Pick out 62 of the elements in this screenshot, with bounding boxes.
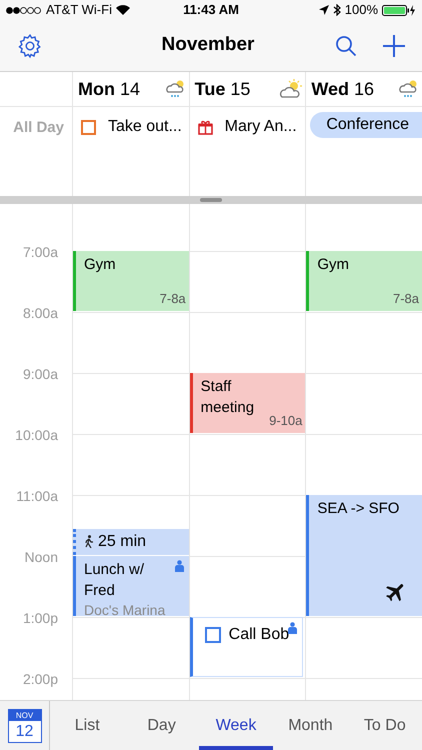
day-header[interactable]: Mon 14: [78, 76, 140, 102]
status-time: 11:43 AM: [183, 1, 239, 20]
event-time: 7-8a: [160, 290, 186, 308]
settings-icon: [17, 32, 43, 58]
today-month: NOV: [8, 710, 40, 720]
signal-icon: [6, 6, 42, 14]
event-block[interactable]: Gym 7-8a: [306, 251, 422, 311]
travel-time: 25 min: [98, 532, 146, 552]
event-title: Staff meeting: [200, 377, 256, 418]
today-day: 12: [8, 720, 40, 742]
event-time: 9-10a: [269, 412, 302, 430]
all-day-event[interactable]: Mary An...: [224, 115, 297, 139]
today-button[interactable]: NOV 12: [8, 708, 42, 742]
carrier: AT&T Wi-Fi: [46, 1, 112, 20]
add-button[interactable]: [382, 34, 406, 58]
plus-icon: [383, 34, 405, 56]
task-title: Call Bob: [228, 625, 290, 645]
battery-charging-icon: [382, 4, 416, 16]
all-day-event[interactable]: Conference: [310, 112, 422, 138]
hour-label: 1:00p: [22, 609, 58, 628]
checkbox[interactable]: [204, 627, 221, 643]
event-title: Gym: [317, 255, 350, 275]
battery-percent: 100%: [344, 1, 378, 20]
person-icon: [174, 560, 185, 572]
search-icon: [335, 34, 357, 56]
hour-label: 8:00a: [22, 304, 58, 323]
hour-label: Noon: [24, 548, 58, 567]
hour-label: 9:00a: [22, 365, 58, 384]
event-block[interactable]: SEA -> SFO: [306, 495, 422, 616]
month-title: November: [160, 33, 256, 58]
task-block[interactable]: Call Bob: [190, 617, 304, 677]
day-header[interactable]: Tue 15: [194, 76, 250, 102]
person-icon: [287, 622, 298, 634]
view-tab[interactable]: List: [50, 701, 124, 750]
event-block[interactable]: Staff meeting 9-10a: [190, 373, 306, 433]
all-day-label: All Day: [13, 118, 64, 138]
hour-label: 7:00a: [22, 243, 58, 262]
event-block[interactable]: Gym 7-8a: [73, 251, 189, 311]
view-tab[interactable]: To Do: [348, 701, 422, 750]
event-title: Gym: [84, 255, 117, 275]
bluetooth-icon: [332, 4, 341, 16]
event-block[interactable]: Lunch w/ Fred Doc's Marina: [73, 556, 189, 616]
all-day-event[interactable]: Take out...: [108, 115, 182, 139]
travel-time-block[interactable]: 25 min: [73, 528, 189, 555]
partly-sunny-icon: [279, 78, 304, 100]
grabber-icon: [200, 198, 222, 202]
hour-label: 11:00a: [16, 487, 58, 506]
hour-label: 10:00a: [15, 426, 58, 445]
view-tab[interactable]: Day: [124, 701, 199, 750]
location-arrow-icon: [318, 5, 329, 15]
event-location: Doc's Marina: [84, 601, 166, 616]
wifi-icon: [116, 5, 130, 15]
checkbox-icon[interactable]: [81, 120, 96, 134]
event-time: 7-8a: [392, 290, 420, 308]
walking-person-icon: [84, 535, 94, 548]
event-title: Lunch w/ Fred: [84, 560, 146, 601]
hour-label: 2:00p: [22, 670, 58, 689]
day-header[interactable]: Wed 16: [311, 76, 374, 102]
view-tab[interactable]: Week: [198, 701, 274, 750]
resize-handle-bar[interactable]: [0, 196, 422, 204]
view-tab[interactable]: Month: [273, 701, 348, 750]
event-title: SEA -> SFO: [317, 499, 400, 519]
